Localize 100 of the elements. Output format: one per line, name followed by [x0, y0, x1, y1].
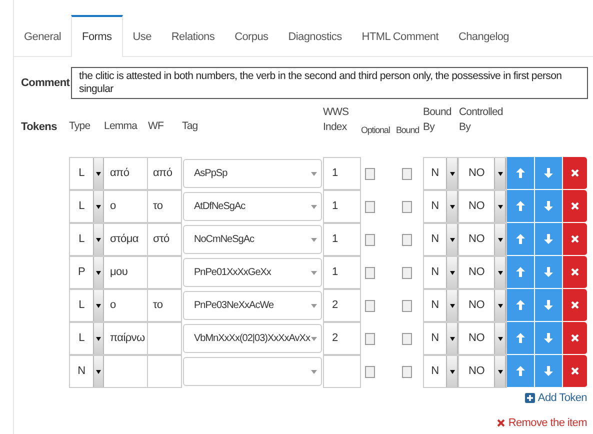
remove-item-link[interactable]: Remove the item	[497, 414, 587, 431]
lemma-field[interactable]: από	[104, 157, 148, 190]
arrow-down-icon	[544, 201, 553, 211]
move-down-button[interactable]	[534, 322, 562, 355]
wf-field[interactable]	[148, 355, 182, 388]
caret-icon	[96, 336, 101, 340]
dropdown-button[interactable]	[93, 257, 104, 288]
index-field[interactable]: 1	[323, 223, 361, 256]
delete-button[interactable]	[562, 322, 587, 355]
arrow-down-icon	[544, 333, 553, 343]
wf-field[interactable]	[148, 256, 182, 289]
lemma-field[interactable]: παίρνω	[104, 322, 148, 355]
move-down-button[interactable]	[534, 289, 562, 322]
column-header: WF	[148, 119, 165, 134]
tab[interactable]: Forms	[71, 15, 123, 57]
move-down-button[interactable]	[534, 223, 562, 256]
checkbox[interactable]	[402, 366, 412, 378]
tag-select[interactable]: PnPe03NeXxAcWe	[183, 291, 322, 320]
lemma-field[interactable]: ο	[104, 190, 148, 223]
delete-button[interactable]	[562, 190, 587, 223]
dropdown-button[interactable]	[93, 323, 104, 354]
close-icon	[571, 334, 579, 342]
delete-button[interactable]	[562, 157, 587, 190]
move-down-button[interactable]	[534, 256, 562, 289]
close-icon	[571, 301, 579, 309]
lemma-field[interactable]	[104, 355, 148, 388]
column-header: Optional	[361, 124, 390, 137]
checkbox[interactable]	[365, 168, 375, 180]
checkbox[interactable]	[402, 332, 412, 344]
move-down-button[interactable]	[534, 157, 562, 190]
delete-button[interactable]	[562, 355, 587, 388]
dropdown-button[interactable]	[93, 356, 104, 387]
checkbox[interactable]	[365, 332, 375, 344]
tag-select[interactable]: NoCmNeSgAc	[183, 225, 322, 254]
close-icon	[497, 418, 506, 427]
index-field[interactable]: 2	[323, 289, 361, 322]
tab[interactable]: General	[14, 15, 72, 57]
tag-select[interactable]: VbMnXxXx(02|03)XxXxAvXx	[183, 324, 322, 353]
wf-field[interactable]: το	[148, 190, 182, 223]
move-down-button[interactable]	[534, 355, 562, 388]
index-field[interactable]: 1	[323, 256, 361, 289]
caret-icon	[311, 238, 317, 242]
checkbox[interactable]	[402, 234, 412, 246]
add-token-link[interactable]: Add Token	[524, 390, 587, 406]
index-field[interactable]: 1	[323, 190, 361, 223]
checkbox[interactable]	[402, 200, 412, 212]
dropdown-button[interactable]	[93, 191, 104, 222]
column-header: Bound	[396, 124, 420, 137]
index-field[interactable]	[323, 355, 361, 388]
checkbox[interactable]	[402, 300, 412, 312]
arrow-up-icon	[516, 366, 525, 376]
tab[interactable]: HTML Comment	[352, 15, 448, 57]
arrow-down-icon	[544, 267, 553, 277]
checkbox[interactable]	[402, 168, 412, 180]
checkbox[interactable]	[365, 266, 375, 278]
checkbox[interactable]	[365, 234, 375, 246]
arrow-up-icon	[516, 234, 525, 244]
caret-icon	[96, 270, 101, 274]
checkbox[interactable]	[365, 366, 375, 378]
tag-select[interactable]	[183, 357, 322, 386]
tab[interactable]: Diagnostics	[278, 15, 352, 57]
move-down-button[interactable]	[534, 190, 562, 223]
tag-select[interactable]: AsPpSp	[183, 159, 322, 188]
delete-button[interactable]	[562, 256, 587, 289]
index-field[interactable]: 2	[323, 322, 361, 355]
caret-icon	[311, 304, 317, 308]
arrow-down-icon	[544, 234, 553, 244]
tab[interactable]: Changelog	[448, 15, 519, 57]
tab[interactable]: Use	[122, 15, 162, 57]
dropdown-button[interactable]	[93, 224, 104, 255]
lemma-field[interactable]: μου	[104, 256, 148, 289]
caret-icon	[96, 370, 101, 374]
arrow-up-icon	[516, 168, 525, 178]
arrow-down-icon	[544, 300, 553, 310]
column-header: Controlled By	[459, 105, 504, 135]
wf-field[interactable]	[148, 322, 182, 355]
arrow-up-icon	[516, 300, 525, 310]
caret-icon	[96, 238, 101, 242]
tab[interactable]: Relations	[161, 15, 225, 57]
lemma-field[interactable]: ο	[104, 289, 148, 322]
index-field[interactable]: 1	[323, 157, 361, 190]
delete-button[interactable]	[562, 289, 587, 322]
lemma-field[interactable]: στόμα	[104, 223, 148, 256]
dropdown-button[interactable]	[93, 158, 104, 189]
comment-field[interactable]: the clitic is attested in both numbers, the verb in the second and third person only, the possessive in first person singular	[71, 67, 588, 99]
wf-field[interactable]: στό	[148, 223, 182, 256]
checkbox[interactable]	[402, 266, 412, 278]
wf-field[interactable]: από	[148, 157, 182, 190]
tag-select[interactable]: PnPe01XxXxGeXx	[183, 258, 322, 287]
close-icon	[571, 202, 579, 210]
column-header: WWS Index	[323, 105, 350, 135]
tag-select[interactable]: AtDfNeSgAc	[183, 192, 322, 221]
dropdown-button[interactable]	[93, 290, 104, 321]
delete-button[interactable]	[562, 223, 587, 256]
checkbox[interactable]	[365, 300, 375, 312]
checkbox[interactable]	[365, 200, 375, 212]
wf-field[interactable]: το	[148, 289, 182, 322]
arrow-up-icon	[516, 333, 525, 343]
tab[interactable]: Corpus	[224, 15, 278, 57]
tokens-label: Tokens	[20, 120, 58, 135]
